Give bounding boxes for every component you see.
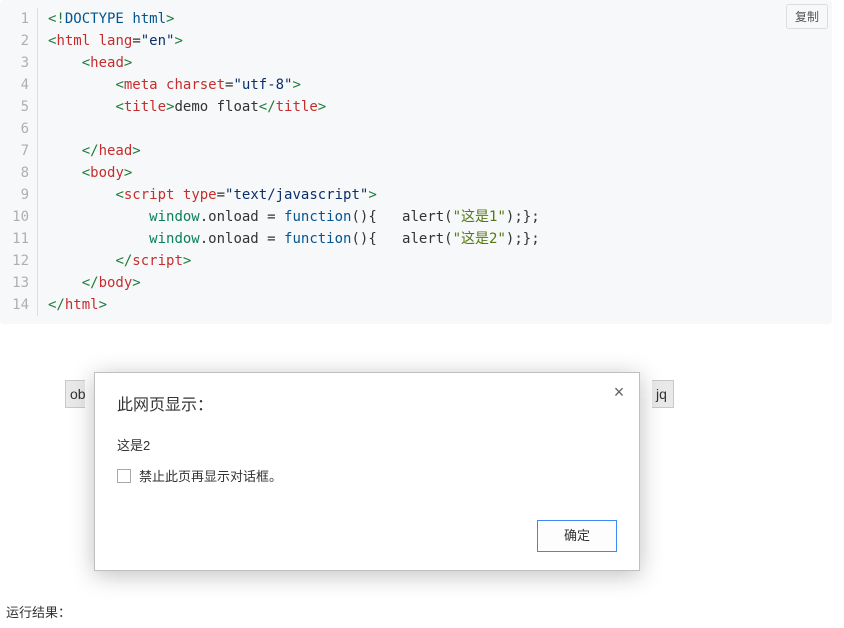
code-block: 复制 1<!DOCTYPE html>2<html lang="en">3 <h… bbox=[0, 0, 832, 324]
code-line: 5 <title>demo float</title> bbox=[0, 96, 832, 118]
line-number: 13 bbox=[0, 272, 38, 294]
dialog-suppress-checkbox[interactable]: 禁止此页再显示对话框。 bbox=[95, 462, 639, 489]
code-line: 9 <script type="text/javascript"> bbox=[0, 184, 832, 206]
line-content: <!DOCTYPE html> bbox=[38, 8, 174, 30]
tab-fragment-right: jq bbox=[652, 380, 674, 408]
line-number: 14 bbox=[0, 294, 38, 316]
line-content: window.onload = function(){ alert("这是2")… bbox=[38, 228, 540, 250]
code-listing: 1<!DOCTYPE html>2<html lang="en">3 <head… bbox=[0, 8, 832, 316]
line-content: <head> bbox=[38, 52, 132, 74]
line-number: 9 bbox=[0, 184, 38, 206]
line-number: 11 bbox=[0, 228, 38, 250]
code-line: 3 <head> bbox=[0, 52, 832, 74]
line-content: </script> bbox=[38, 250, 191, 272]
line-content: <title>demo float</title> bbox=[38, 96, 326, 118]
checkbox-box-icon[interactable] bbox=[117, 469, 131, 483]
line-number: 3 bbox=[0, 52, 38, 74]
checkbox-label: 禁止此页再显示对话框。 bbox=[139, 466, 282, 485]
line-content: <script type="text/javascript"> bbox=[38, 184, 377, 206]
close-icon[interactable]: × bbox=[609, 383, 629, 403]
code-line: 1<!DOCTYPE html> bbox=[0, 8, 832, 30]
line-content: window.onload = function(){ alert("这是1")… bbox=[38, 206, 540, 228]
tab-fragment-left: ob bbox=[65, 380, 85, 408]
dialog-message: 这是2 bbox=[95, 421, 639, 462]
line-content: <meta charset="utf-8"> bbox=[38, 74, 301, 96]
result-label: 运行结果： bbox=[0, 602, 844, 621]
line-content: <body> bbox=[38, 162, 132, 184]
line-number: 5 bbox=[0, 96, 38, 118]
code-line: 11 window.onload = function(){ alert("这是… bbox=[0, 228, 832, 250]
code-line: 12 </script> bbox=[0, 250, 832, 272]
line-number: 1 bbox=[0, 8, 38, 30]
alert-dialog: × 此网页显示： 这是2 禁止此页再显示对话框。 确定 bbox=[94, 372, 640, 571]
line-number: 12 bbox=[0, 250, 38, 272]
code-line: 8 <body> bbox=[0, 162, 832, 184]
line-number: 4 bbox=[0, 74, 38, 96]
code-line: 6 bbox=[0, 118, 832, 140]
line-number: 2 bbox=[0, 30, 38, 52]
line-number: 7 bbox=[0, 140, 38, 162]
code-line: 14</html> bbox=[0, 294, 832, 316]
line-content: <html lang="en"> bbox=[38, 30, 183, 52]
code-line: 10 window.onload = function(){ alert("这是… bbox=[0, 206, 832, 228]
line-content bbox=[38, 118, 56, 140]
line-content: </body> bbox=[38, 272, 141, 294]
code-line: 4 <meta charset="utf-8"> bbox=[0, 74, 832, 96]
copy-button[interactable]: 复制 bbox=[786, 4, 828, 29]
line-content: </html> bbox=[38, 294, 107, 316]
line-number: 10 bbox=[0, 206, 38, 228]
preview-area: ob jq × 此网页显示： 这是2 禁止此页再显示对话框。 确定 bbox=[0, 372, 844, 582]
code-line: 13 </body> bbox=[0, 272, 832, 294]
ok-button[interactable]: 确定 bbox=[537, 520, 617, 552]
code-line: 7 </head> bbox=[0, 140, 832, 162]
code-line: 2<html lang="en"> bbox=[0, 30, 832, 52]
dialog-title: 此网页显示： bbox=[95, 373, 639, 421]
line-number: 8 bbox=[0, 162, 38, 184]
line-content: </head> bbox=[38, 140, 141, 162]
line-number: 6 bbox=[0, 118, 38, 140]
